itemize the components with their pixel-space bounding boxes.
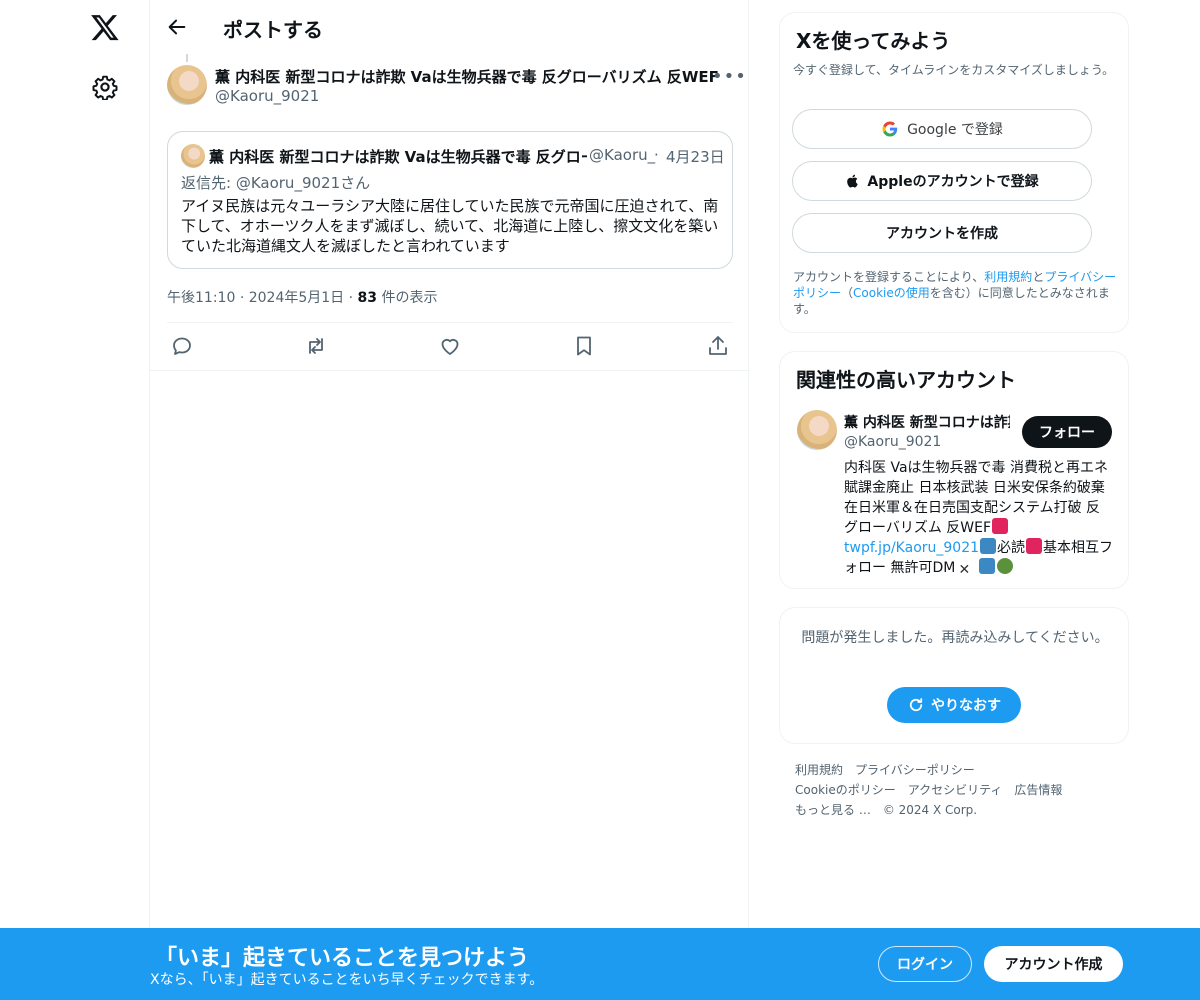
author-name[interactable]: 薫 内科医 新型コロナは詐欺 Vaは生物兵器で毒 反グローバリズム 反WEF bbox=[215, 66, 719, 87]
terms-text: アカウントを登録することにより、利用規約とプライバシーポリシー（Cookieの使… bbox=[793, 269, 1118, 317]
quoted-date: 4月23日 bbox=[666, 148, 725, 166]
thread-line bbox=[186, 54, 188, 62]
related-card-title: 関連性の高いアカウント bbox=[796, 368, 1016, 392]
left-nav bbox=[0, 0, 150, 1000]
terms-and: と bbox=[1032, 270, 1045, 284]
cookie-link[interactable]: Cookieの使用 bbox=[853, 286, 930, 300]
follow-button[interactable]: フォロー bbox=[1022, 416, 1112, 448]
apple-icon bbox=[847, 174, 859, 188]
arrow-left-icon[interactable] bbox=[166, 16, 188, 38]
separator-dot: · bbox=[654, 146, 659, 164]
reply-icon[interactable] bbox=[170, 334, 194, 358]
bio-link[interactable]: twpf.jp/Kaoru_9021 bbox=[844, 540, 979, 556]
error-card: 問題が発生しました。再読み込みしてください。 やりなおす bbox=[779, 607, 1129, 744]
divider bbox=[150, 370, 750, 371]
google-signup-label: Google で登録 bbox=[907, 122, 1003, 138]
cross-emoji-icon: ✕ bbox=[958, 562, 971, 578]
post-date[interactable]: 2024年5月1日 bbox=[249, 290, 344, 306]
signup-card: Xを使ってみよう 今すぐ登録して、タイムラインをカスタマイズしましょう。 Goo… bbox=[779, 12, 1129, 333]
post-meta: 午後11:10 · 2024年5月1日 · 83 件の表示 bbox=[167, 287, 437, 307]
share-icon[interactable] bbox=[706, 334, 730, 358]
quoted-avatar bbox=[181, 144, 205, 168]
apple-signup-label: Appleのアカウントで登録 bbox=[867, 174, 1039, 190]
create-account-label: アカウントを作成 bbox=[886, 226, 998, 242]
bio-text-2: 必読 bbox=[997, 540, 1026, 556]
error-message: 問題が発生しました。再読み込みしてください。 bbox=[801, 630, 1109, 646]
terms-link[interactable]: 利用規約 bbox=[984, 270, 1032, 284]
quoted-author-name: 薫 内科医 新型コロナは詐欺 Vaは生物兵器で毒 反グローバリズム 反WEF bbox=[209, 148, 587, 166]
signup-card-title: Xを使ってみよう bbox=[796, 29, 951, 53]
footer-link-cookie[interactable]: Cookieのポリシー bbox=[795, 783, 896, 797]
related-account-bio: 内科医 Vaは生物兵器で毒 消費税と再エネ賦課金廃止 日本核武装 日米安保条約破… bbox=[844, 458, 1114, 578]
main-column: ポストする 薫 内科医 新型コロナは詐欺 Vaは生物兵器で毒 反グローバリズム … bbox=[149, 0, 750, 1000]
divider bbox=[167, 322, 733, 323]
header: ポストする bbox=[150, 0, 750, 54]
ribbon-emoji-icon bbox=[1026, 538, 1043, 554]
ribbon-emoji-icon bbox=[992, 518, 1009, 534]
more-options-icon[interactable]: ••• bbox=[712, 66, 747, 87]
repost-icon[interactable] bbox=[304, 334, 328, 358]
broccoli-emoji-icon bbox=[996, 558, 1013, 574]
x-logo-icon[interactable] bbox=[90, 12, 120, 42]
google-icon bbox=[882, 121, 898, 137]
reply-to-label: 返信先: @Kaoru_9021さん bbox=[181, 174, 371, 192]
login-button[interactable]: ログイン bbox=[878, 946, 972, 982]
post-time[interactable]: 午後11:10 bbox=[167, 290, 235, 306]
views-count: 83 bbox=[357, 290, 378, 306]
right-arrow-emoji-icon bbox=[978, 558, 995, 574]
quoted-text: アイヌ民族は元々ユーラシア大陸に居住していた民族で元帝国に圧迫されて、南下して、… bbox=[181, 197, 719, 255]
footer-link-accessibility[interactable]: アクセシビリティ bbox=[908, 783, 1003, 797]
bookmark-icon[interactable] bbox=[572, 334, 596, 358]
retry-label: やりなおす bbox=[931, 698, 1001, 714]
avatar[interactable] bbox=[167, 65, 207, 105]
quoted-post[interactable]: 薫 内科医 新型コロナは詐欺 Vaは生物兵器で毒 反グローバリズム 反WEF @… bbox=[167, 131, 733, 269]
google-signup-button[interactable]: Google で登録 bbox=[792, 109, 1092, 149]
gear-icon[interactable] bbox=[92, 74, 118, 100]
terms-prefix: アカウントを登録することにより、 bbox=[793, 270, 985, 284]
related-accounts-card: 関連性の高いアカウント 薫 内科医 新型コロナは詐欺 Vaは生物兵器で毒 @Ka… bbox=[779, 351, 1129, 589]
quoted-author-handle: @Kaoru_ bbox=[589, 146, 656, 164]
signup-button[interactable]: アカウント作成 bbox=[984, 946, 1123, 982]
related-account-handle[interactable]: @Kaoru_9021 bbox=[844, 434, 941, 450]
separator-dot: · bbox=[348, 290, 354, 306]
terms-mid: （ bbox=[841, 286, 854, 300]
footer-link-privacy[interactable]: プライバシーポリシー bbox=[855, 763, 975, 777]
left-arrow-emoji-icon bbox=[980, 538, 997, 554]
refresh-icon bbox=[909, 698, 923, 712]
banner-title: 「いま」起きていることを見つけよう bbox=[155, 946, 530, 971]
copyright: © 2024 X Corp. bbox=[882, 803, 978, 817]
author-handle[interactable]: @Kaoru_9021 bbox=[215, 87, 319, 105]
signup-banner: 「いま」起きていることを見つけよう Xなら、「いま」起きていることをいち早くチェ… bbox=[0, 928, 1200, 1000]
footer-link-ads[interactable]: 広告情報 bbox=[1014, 783, 1062, 797]
views-label: 件の表示 bbox=[381, 290, 438, 306]
signup-card-subtitle: 今すぐ登録して、タイムラインをカスタマイズしましょう。 bbox=[793, 63, 1115, 77]
retry-button[interactable]: やりなおす bbox=[887, 687, 1021, 723]
footer-links: 利用規約 プライバシーポリシー Cookieのポリシー アクセシビリティ 広告情報 も… bbox=[795, 760, 1125, 820]
page-title: ポストする bbox=[223, 18, 323, 42]
create-account-button[interactable]: アカウントを作成 bbox=[792, 213, 1092, 253]
footer-link-more[interactable]: もっと見る … bbox=[795, 803, 871, 817]
apple-signup-button[interactable]: Appleのアカウントで登録 bbox=[792, 161, 1092, 201]
separator-dot: · bbox=[239, 290, 245, 306]
related-account-name[interactable]: 薫 内科医 新型コロナは詐欺 Vaは生物兵器で毒 bbox=[844, 412, 1010, 432]
bio-text: 内科医 Vaは生物兵器で毒 消費税と再エネ賦課金廃止 日本核武装 日米安保条約破… bbox=[844, 460, 1108, 536]
action-bar bbox=[150, 334, 750, 360]
like-icon[interactable] bbox=[438, 334, 462, 358]
banner-subtitle: Xなら、「いま」起きていることをいち早くチェックできます。 bbox=[150, 972, 544, 988]
footer-link-terms[interactable]: 利用規約 bbox=[795, 763, 843, 777]
avatar[interactable] bbox=[797, 410, 837, 450]
